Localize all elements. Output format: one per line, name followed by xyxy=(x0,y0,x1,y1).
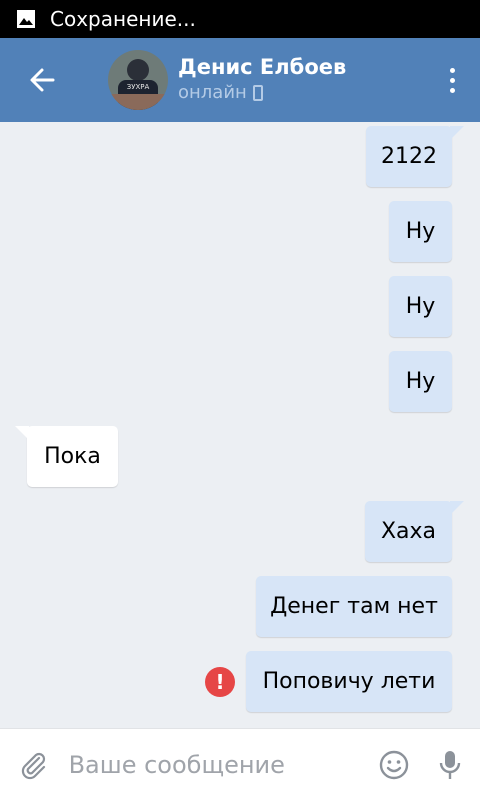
avatar[interactable]: ЗУХРА xyxy=(108,50,168,110)
message-text: Ну xyxy=(405,219,436,244)
contact-info[interactable]: Денис Елбоев онлайн xyxy=(178,54,424,106)
message-list: 2122 Ну Ну Ну Пока Хаха Денег там нет ! … xyxy=(0,122,480,728)
image-icon xyxy=(17,10,35,28)
message-bubble[interactable]: Поповичу лети xyxy=(246,651,452,712)
smiley-icon xyxy=(380,750,409,779)
paperclip-icon xyxy=(22,752,46,779)
message-text: Поповичу лети xyxy=(262,669,436,694)
status-text: Сохранение... xyxy=(50,7,196,31)
message-text: Хаха xyxy=(380,519,437,544)
message-bubble[interactable]: Денег там нет xyxy=(256,576,452,637)
send-error-icon[interactable]: ! xyxy=(205,667,235,697)
arrow-left-icon xyxy=(30,68,55,92)
mobile-phone-icon xyxy=(252,85,263,101)
bubble-tail xyxy=(15,426,29,440)
svg-text:ЗУХРА: ЗУХРА xyxy=(127,83,150,91)
message-text: 2122 xyxy=(381,144,437,169)
message-text: Ну xyxy=(405,369,436,394)
back-button[interactable] xyxy=(0,38,84,122)
more-options-button[interactable] xyxy=(424,38,480,122)
voice-message-button[interactable] xyxy=(420,729,480,800)
message-composer xyxy=(0,728,480,800)
message-text: Пока xyxy=(44,444,101,469)
message-text: Ну xyxy=(405,294,436,319)
more-vertical-icon xyxy=(449,67,455,93)
message-bubble[interactable]: Ну xyxy=(389,351,452,412)
emoji-button[interactable] xyxy=(369,729,420,800)
message-text: Денег там нет xyxy=(270,594,438,619)
message-bubble[interactable]: Пока xyxy=(15,426,118,487)
contact-status: онлайн xyxy=(178,80,424,106)
message-input[interactable] xyxy=(68,750,369,779)
app-bar: ЗУХРА Денис Елбоев онлайн xyxy=(0,38,480,122)
message-bubble[interactable]: 2122 xyxy=(366,126,464,187)
message-bubble[interactable]: Ну xyxy=(389,276,452,337)
bubble-tail xyxy=(450,126,464,140)
status-bar: Сохранение... xyxy=(0,0,480,38)
online-status: онлайн xyxy=(178,82,247,103)
message-bubble[interactable]: Хаха xyxy=(365,501,464,562)
microphone-icon xyxy=(439,750,461,779)
bubble-tail xyxy=(450,501,464,515)
contact-name: Денис Елбоев xyxy=(178,55,347,79)
message-bubble[interactable]: Ну xyxy=(389,201,452,262)
attach-button[interactable] xyxy=(0,729,69,800)
